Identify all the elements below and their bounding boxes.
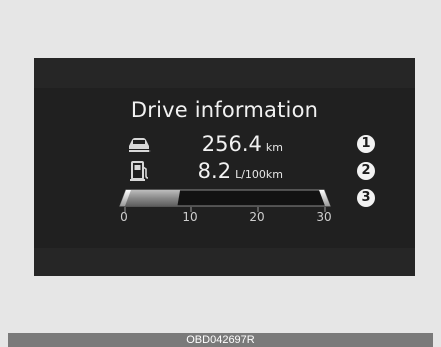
fuel-economy-value: 8.2 — [197, 159, 232, 183]
gauge-tick-label-10: 10 — [182, 210, 198, 224]
callout-badge-3: 3 — [357, 189, 375, 207]
gauge-tick-label-20: 20 — [249, 210, 265, 224]
distance-value-group: 256.4 km — [202, 132, 283, 160]
display-top-band — [34, 58, 415, 88]
figure-caption-bar: OBD042697R — [8, 333, 433, 347]
screen-title: Drive information — [130, 98, 319, 122]
cluster-display: Drive information 256.4 km 8.2 L/100km 1… — [34, 58, 415, 276]
page: Drive information 256.4 km 8.2 L/100km 1… — [0, 0, 441, 347]
display-bottom-band — [34, 248, 415, 276]
callout-badge-2: 2 — [357, 162, 375, 180]
figure-code: OBD042697R — [186, 334, 255, 346]
distance-value: 256.4 — [201, 132, 262, 156]
callout-badge-1: 1 — [357, 135, 375, 153]
car-distance-icon — [126, 134, 152, 154]
gauge-tick-label-30: 30 — [316, 210, 332, 224]
fuel-pump-icon — [126, 161, 152, 181]
fuel-economy-unit: L/100km — [235, 168, 283, 181]
fuel-economy-value-group: 8.2 L/100km — [198, 159, 283, 187]
distance-unit: km — [265, 141, 283, 154]
gauge-tick-label-0: 0 — [120, 210, 128, 224]
fuel-economy-gauge — [119, 189, 331, 212]
